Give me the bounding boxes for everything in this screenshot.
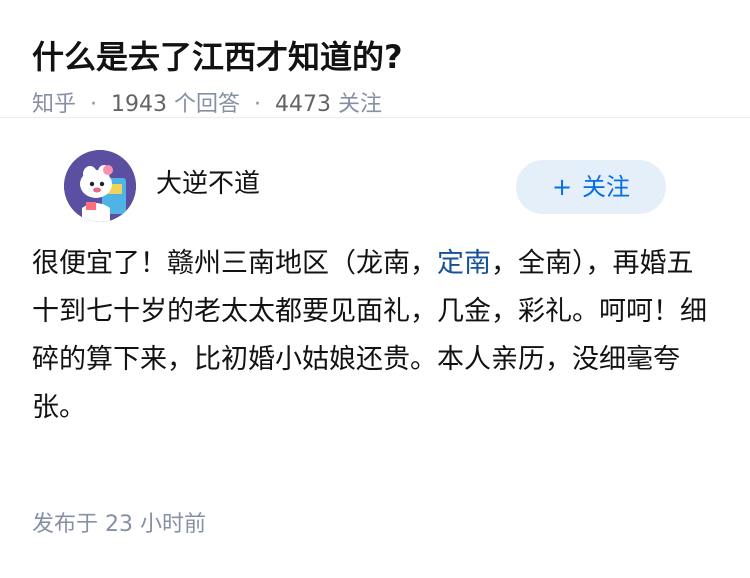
follow-button[interactable]: + 关注 [516, 160, 666, 214]
follow-button-label: 关注 [582, 173, 631, 201]
meta-separator: · [90, 92, 98, 117]
author-row: 大逆不道 + 关注 [32, 118, 718, 228]
answer-content[interactable]: 很便宜了！赣州三南地区（龙南，定南，全南），再婚五十到七十岁的老太太都要见面礼，… [32, 240, 712, 432]
answer-text: 很便宜了！赣州三南地区（龙南， [32, 248, 437, 279]
answer-count-label[interactable]: 个回答 [174, 92, 240, 117]
answer-card: 大逆不道 + 关注 很便宜了！赣州三南地区（龙南，定南，全南），再婚五十到七十岁的… [0, 118, 750, 432]
publish-hours: 23 [105, 512, 134, 537]
follower-count-label: 关注 [338, 92, 383, 117]
follower-count: 4473 [275, 92, 332, 117]
meta-separator: · [254, 92, 262, 117]
answer-keyword-link[interactable]: 定南 [437, 248, 491, 279]
plus-icon: + [551, 173, 573, 201]
source-label[interactable]: 知乎 [32, 92, 76, 117]
author-name[interactable]: 大逆不道 [156, 166, 260, 202]
question-meta: 知乎 · 1943 个回答 · 4473 关注 [32, 90, 718, 120]
question-header: 什么是去了江西才知道的? 知乎 · 1943 个回答 · 4473 关注 [0, 0, 750, 118]
question-title[interactable]: 什么是去了江西才知道的? [32, 34, 718, 80]
publish-prefix: 发布于 [32, 512, 99, 537]
cartoon-avatar-icon[interactable] [64, 150, 136, 222]
avatar-image [64, 150, 136, 222]
publish-suffix: 小时前 [140, 512, 207, 537]
answer-count: 1943 [111, 92, 168, 117]
publish-time: 发布于 23 小时前 [32, 510, 206, 540]
